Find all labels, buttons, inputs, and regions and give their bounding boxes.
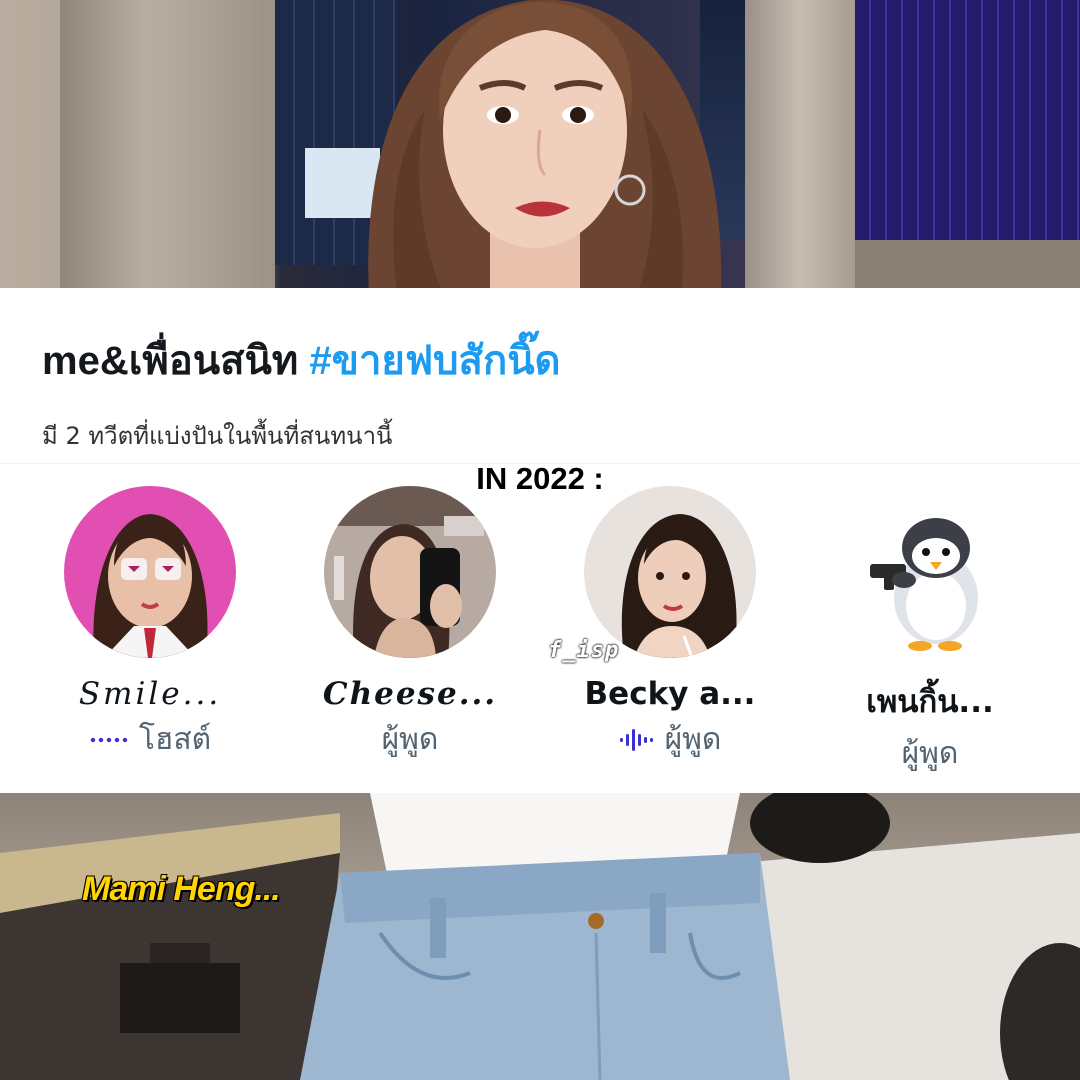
avatar[interactable] bbox=[64, 486, 236, 658]
bottom-photo bbox=[0, 793, 1080, 1080]
avatar[interactable] bbox=[844, 486, 1016, 658]
caption-text: Mami Heng... bbox=[82, 870, 281, 908]
participant-name: Smile... bbox=[78, 676, 222, 712]
participant-speaker-3[interactable]: เพนกิ้น... ผู้พูด bbox=[800, 486, 1060, 777]
space-title-text: me&เพื่อนสนิท bbox=[42, 339, 299, 383]
space-hashtag[interactable]: #ขายฟบสักนิ๊ด bbox=[309, 339, 560, 383]
participant-name: Becky a... bbox=[584, 676, 756, 712]
space-card[interactable]: me&เพื่อนสนิท #ขายฟบสักนิ๊ด มี 2 ทวีตที่… bbox=[0, 288, 1080, 793]
penguin-avatar-image bbox=[844, 486, 1016, 658]
participant-speaker-2[interactable]: Becky a... ผู้พูด bbox=[540, 486, 800, 763]
mall-pillar-left bbox=[60, 0, 275, 288]
avatar[interactable] bbox=[584, 486, 756, 658]
bars-icon bbox=[619, 728, 653, 751]
avatar-image bbox=[584, 486, 756, 658]
participant-role: โฮสต์ bbox=[89, 716, 211, 763]
role-label: ผู้พูด bbox=[381, 722, 439, 757]
role-label: โฮสต์ bbox=[138, 722, 212, 757]
neon-lights bbox=[855, 0, 1080, 240]
video-frame: me&เพื่อนสนิท #ขายฟบสักนิ๊ด มี 2 ทวีตที่… bbox=[0, 0, 1080, 1080]
watermark: f_isp bbox=[548, 638, 620, 663]
mall-pillar-right bbox=[745, 0, 855, 288]
participant-role: ผู้พูด bbox=[382, 716, 439, 763]
participant-list: Smile... โฮสต์ Cheese... ผู้พูด Becky a.… bbox=[0, 486, 1080, 771]
participant-host[interactable]: Smile... โฮสต์ bbox=[20, 486, 280, 763]
role-label: ผู้พูด bbox=[901, 736, 959, 771]
role-label: ผู้พูด bbox=[664, 722, 722, 757]
mall-ledge bbox=[855, 240, 1080, 288]
participant-name: เพนกิ้น... bbox=[866, 684, 994, 720]
shared-tweets-info[interactable]: มี 2 ทวีตที่แบ่งปันในพื้นที่สนทนานี้ bbox=[42, 416, 392, 455]
participant-role: ผู้พูด bbox=[619, 716, 722, 763]
avatar[interactable] bbox=[324, 486, 496, 658]
space-title: me&เพื่อนสนิท #ขายฟบสักนิ๊ด bbox=[42, 328, 561, 392]
participant-role: ผู้พูด bbox=[902, 730, 959, 777]
avatar-image bbox=[324, 486, 496, 658]
participant-name: Cheese... bbox=[322, 676, 498, 712]
jeans-scene bbox=[0, 793, 1080, 1080]
avatar-image bbox=[64, 486, 236, 658]
dots-icon bbox=[90, 737, 128, 742]
woman-portrait bbox=[368, 0, 721, 288]
top-photo bbox=[0, 0, 1080, 288]
participant-speaker-1[interactable]: Cheese... ผู้พูด bbox=[280, 486, 540, 763]
